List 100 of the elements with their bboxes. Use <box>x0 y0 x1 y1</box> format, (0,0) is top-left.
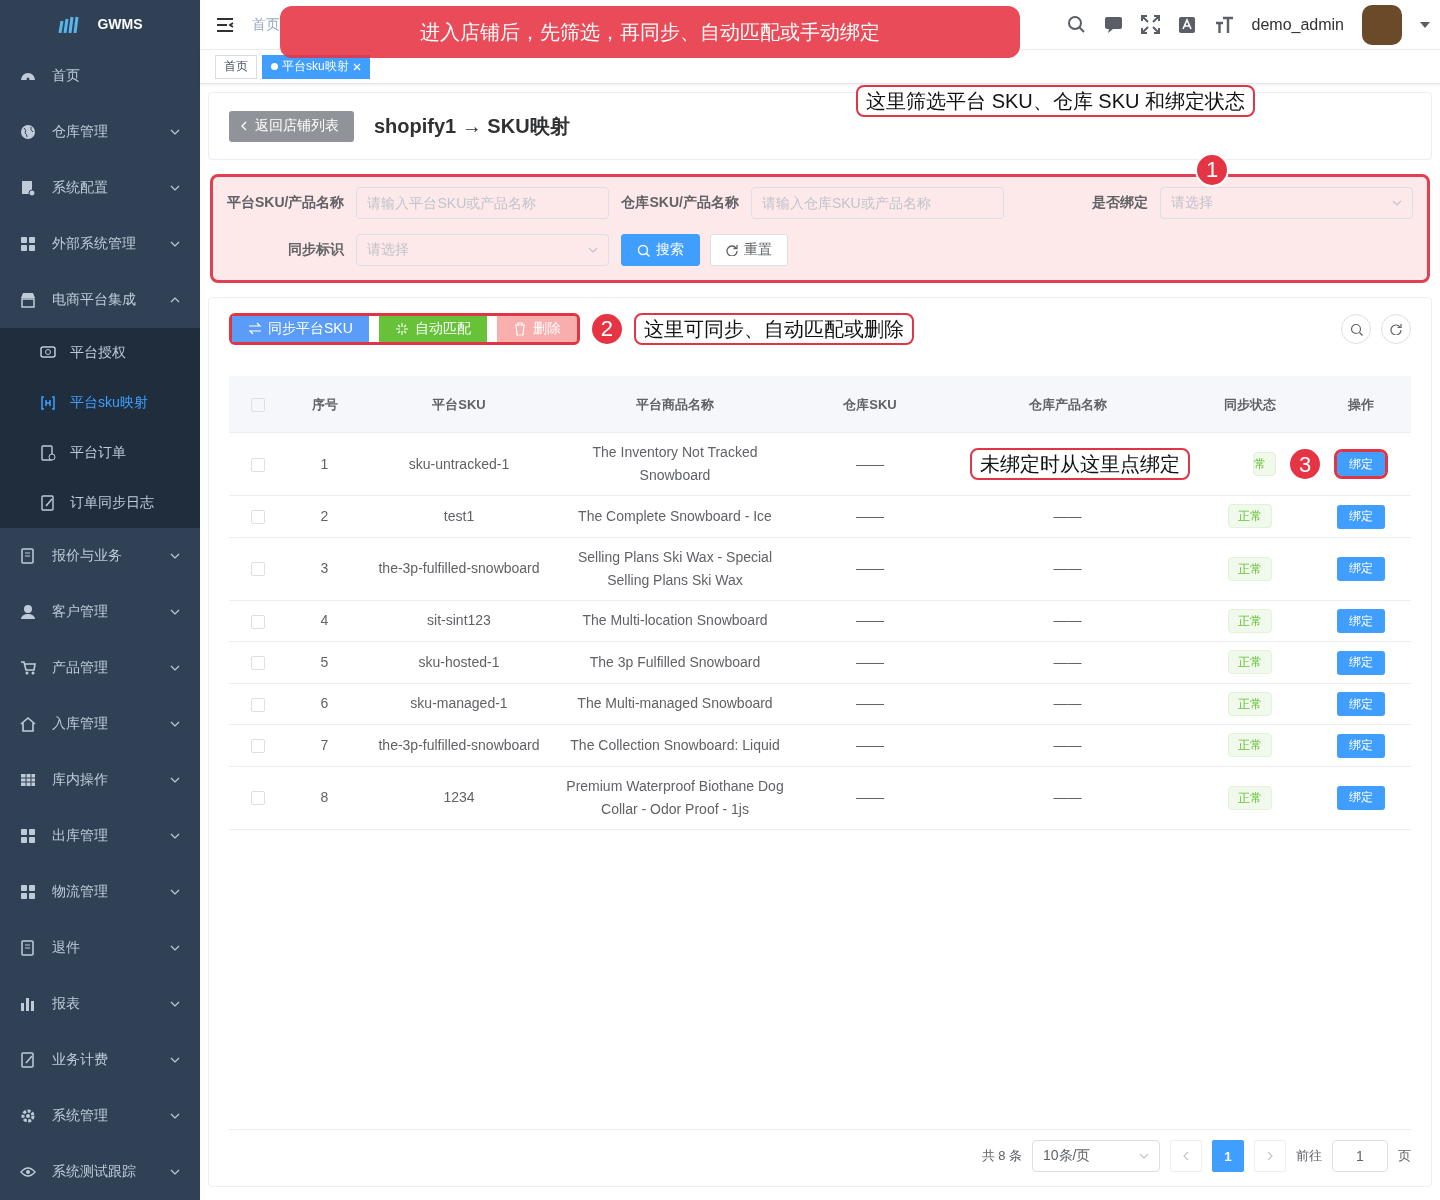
trash-icon <box>512 322 527 336</box>
table-cell: 2 <box>320 507 329 524</box>
status-tag: 正常 <box>1228 504 1272 529</box>
chat-icon[interactable] <box>1103 15 1123 34</box>
translate-icon[interactable] <box>1177 15 1197 34</box>
row-checkbox[interactable] <box>250 510 265 525</box>
chevron-down-icon <box>170 1113 180 1119</box>
table-cell: —— <box>1053 695 1082 712</box>
sidebar-item[interactable]: 系统测试跟踪 <box>0 1144 200 1200</box>
table-cell: —— <box>1053 612 1082 629</box>
document-icon <box>40 445 56 461</box>
row-checkbox[interactable] <box>250 791 265 806</box>
sidebar-item[interactable]: 产品管理 <box>0 640 200 696</box>
chevron-down-icon <box>170 833 180 839</box>
sidebar-item[interactable]: 退件 <box>0 920 200 976</box>
page-size-select[interactable]: 10条/页 <box>1032 1140 1160 1172</box>
search-icon[interactable] <box>1066 15 1086 34</box>
sidebar-item[interactable]: 系统管理 <box>0 1088 200 1144</box>
sidebar-item[interactable]: 仓库管理 <box>0 104 200 160</box>
eye-icon <box>20 1164 36 1180</box>
sidebar-item[interactable]: 出库管理 <box>0 808 200 864</box>
menu-icon[interactable] <box>216 16 234 33</box>
table-cell: the-3p-fulfilled-snowboard <box>378 736 540 753</box>
grid-icon <box>20 884 36 900</box>
sidebar-subitem[interactable]: 订单同步日志 <box>0 478 200 528</box>
goto-label: 前往 <box>1296 1147 1322 1165</box>
status-tag: 正常 <box>1228 691 1272 716</box>
chevron-down-icon <box>170 1001 180 1007</box>
refresh-icon <box>1390 323 1402 335</box>
column-header: 仓库产品名称 <box>1028 396 1107 412</box>
row-checkbox[interactable] <box>250 457 265 472</box>
column-header: 同步状态 <box>1224 396 1276 412</box>
sidebar-item[interactable]: 电商平台集成 <box>0 272 200 328</box>
sparkle-icon <box>394 322 409 336</box>
step-number-badge: 1 <box>1195 153 1229 187</box>
text-size-icon[interactable] <box>1214 15 1234 34</box>
sidebar-item[interactable]: 报表 <box>0 976 200 1032</box>
select-all-checkbox[interactable] <box>250 398 265 413</box>
cart-icon <box>20 660 36 676</box>
chevron-down-icon <box>170 1169 180 1175</box>
pencil-document-icon <box>20 1052 36 1068</box>
table-cell: the-3p-fulfilled-snowboard <box>378 560 540 576</box>
logo-icon <box>57 15 80 33</box>
instruction-banner: 进入店铺后，先筛选，再同步、自动匹配或手动绑定 <box>280 6 1020 58</box>
page-tab[interactable]: 首页 <box>215 54 257 79</box>
reset-button[interactable]: 重置 <box>710 234 789 266</box>
table-cell: —— <box>1053 736 1082 753</box>
table-cell: sku-hosted-1 <box>418 653 500 670</box>
chevron-down-icon <box>170 241 180 247</box>
document-icon <box>20 940 36 956</box>
avatar-photo-placeholder[interactable] <box>1362 4 1402 45</box>
sidebar-subitem[interactable]: 平台授权 <box>0 328 200 378</box>
chevron-down-icon <box>170 721 180 727</box>
username-label[interactable]: demo_admin <box>1251 15 1344 34</box>
chevron-up-icon <box>170 297 180 303</box>
sidebar-item[interactable]: 系统配置 <box>0 160 200 216</box>
table-cell: Premium Waterproof Biothane Dog Collar - Odor Proof - 1js <box>566 777 784 817</box>
row-checkbox[interactable] <box>250 562 265 577</box>
status-tag: 常 <box>1252 452 1276 476</box>
table-cell: sit-sint123 <box>427 612 491 629</box>
filter-label: 平台SKU/产品名称 <box>227 194 345 212</box>
table-cell: —— <box>856 560 884 576</box>
person-icon <box>20 604 36 620</box>
search-icon <box>1349 322 1363 336</box>
row-checkbox[interactable] <box>250 739 265 754</box>
filter-input-field[interactable]: 请输入仓库SKU或产品名称 <box>750 187 1004 219</box>
column-header: 操作 <box>1347 396 1374 412</box>
sidebar-item[interactable]: 入库管理 <box>0 696 200 752</box>
grid-icon <box>20 236 36 252</box>
status-tag: 正常 <box>1228 785 1272 810</box>
sidebar-item[interactable]: 物流管理 <box>0 864 200 920</box>
document-icon <box>20 548 36 564</box>
table-cell: —— <box>1053 507 1082 524</box>
caret-down-icon[interactable] <box>1420 21 1430 28</box>
filter-label: 是否绑定 <box>1092 194 1148 212</box>
row-checkbox[interactable] <box>250 614 265 629</box>
table-cell: Selling Plans Ski Wax - Special Selling Plans Ski Wax <box>578 548 772 588</box>
row-checkbox[interactable] <box>250 656 265 671</box>
sidebar-item[interactable]: 客户管理 <box>0 584 200 640</box>
sidebar-subitem[interactable]: 平台sku映射 <box>0 378 200 428</box>
search-toggle-button[interactable] <box>1341 314 1371 344</box>
chevron-down-icon <box>1392 200 1402 206</box>
column-header: 序号 <box>311 396 338 412</box>
column-header: 平台SKU <box>432 396 486 412</box>
sidebar-item[interactable]: 业务计费 <box>0 1032 200 1088</box>
table-cell: sku-untracked-1 <box>408 455 510 472</box>
row-checkbox[interactable] <box>250 697 265 712</box>
filter-input-field[interactable]: 请输入平台SKU或产品名称 <box>356 187 610 219</box>
sidebar-subitem[interactable]: 平台订单 <box>0 428 200 478</box>
refresh-button[interactable] <box>1381 314 1411 344</box>
sidebar-item[interactable]: 首页 <box>0 48 200 104</box>
sidebar-item[interactable]: 报价与业务 <box>0 528 200 584</box>
fullscreen-icon[interactable] <box>1140 15 1160 34</box>
chevron-down-icon <box>1139 1153 1149 1159</box>
goto-page-field[interactable]: 1 <box>1332 1140 1388 1172</box>
sidebar-item[interactable]: 外部系统管理 <box>0 216 200 272</box>
close-icon[interactable] <box>352 62 361 71</box>
chevron-down-icon <box>170 777 180 783</box>
table-cell: 1 <box>320 455 329 472</box>
sidebar-item[interactable]: 库内操作 <box>0 752 200 808</box>
